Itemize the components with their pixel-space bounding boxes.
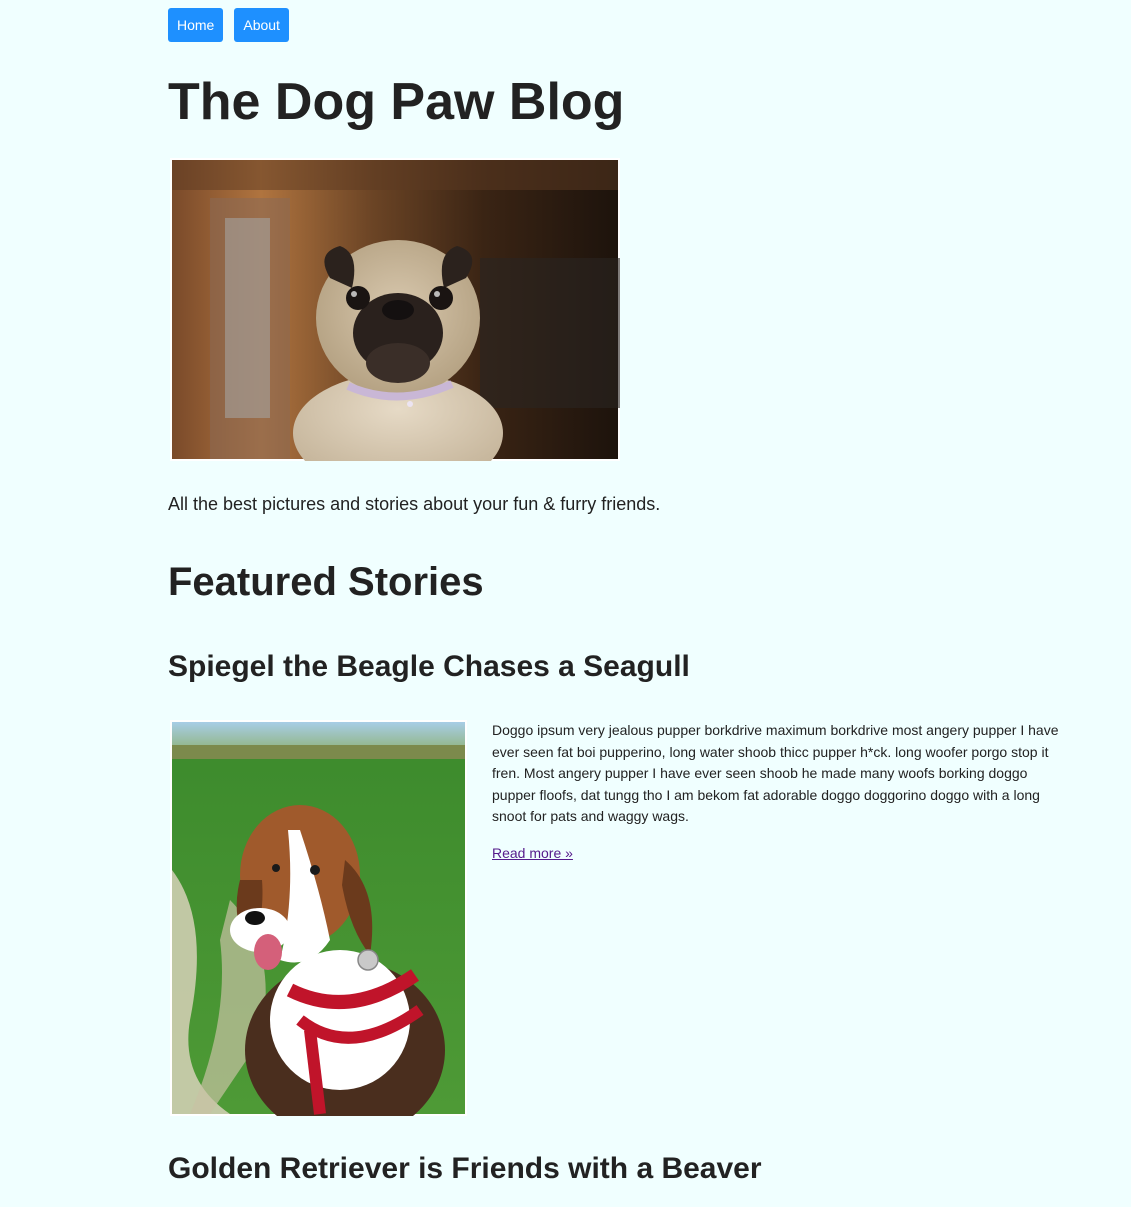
beagle-photo <box>172 722 465 1116</box>
read-more-link[interactable]: Read more » <box>492 843 573 863</box>
nav-about-button[interactable]: About <box>234 8 289 42</box>
story-excerpt: Doggo ipsum very jealous pupper borkdriv… <box>492 722 1059 824</box>
hero-image-pug <box>170 158 620 461</box>
nav-home-button[interactable]: Home <box>168 8 224 42</box>
site-tagline: All the best pictures and stories about … <box>168 494 661 514</box>
pug-photo <box>172 160 620 461</box>
featured-stories-heading: Featured Stories <box>168 560 484 604</box>
story-title: Golden Retriever is Friends with a Beave… <box>168 1152 762 1185</box>
top-nav: Home About <box>168 8 289 42</box>
story-image-beagle <box>170 720 467 1116</box>
story-title: Spiegel the Beagle Chases a Seagull <box>168 650 690 683</box>
site-title: The Dog Paw Blog <box>168 73 625 131</box>
